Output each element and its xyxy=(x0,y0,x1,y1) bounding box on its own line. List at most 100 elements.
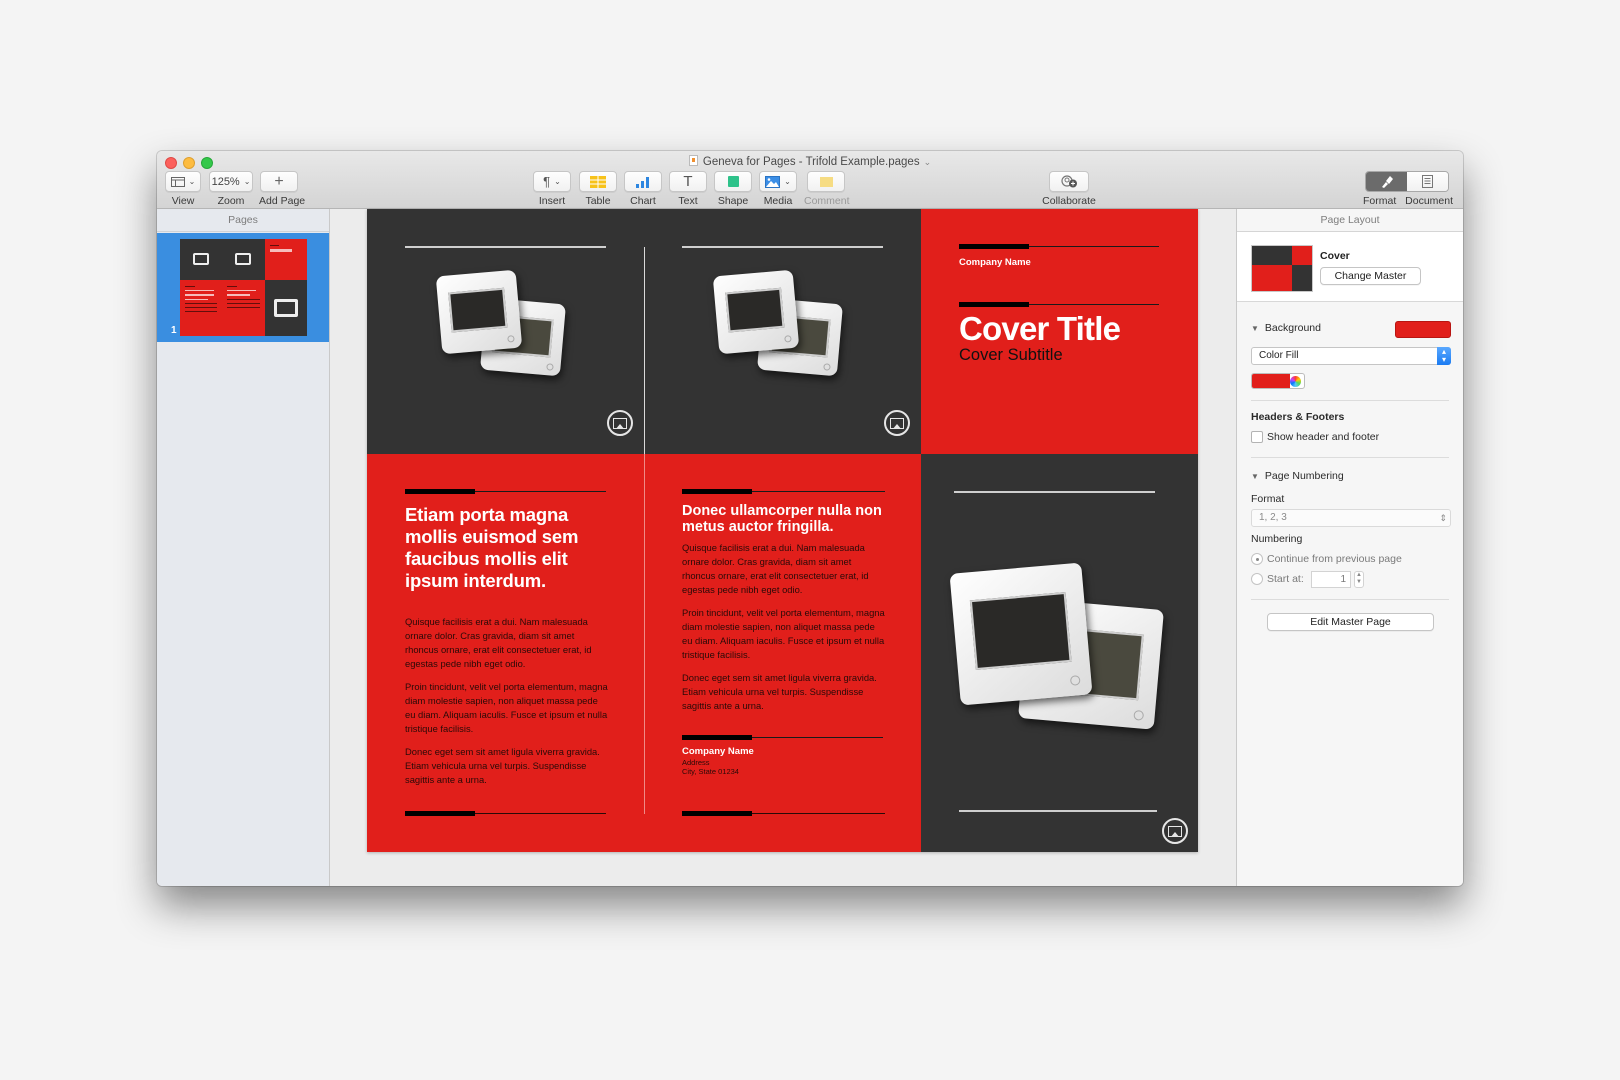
divider-rule-plain xyxy=(682,811,885,816)
color-well[interactable] xyxy=(1251,373,1305,389)
add-page-button[interactable]: + xyxy=(260,171,298,192)
page-thumbnails-sidebar: Pages 1 xyxy=(157,209,330,886)
background-color-swatch[interactable] xyxy=(1395,321,1451,338)
headers-footers-heading: Headers & Footers xyxy=(1251,411,1345,423)
fill-type-select[interactable]: Color Fill ▴ ▾ xyxy=(1251,347,1451,365)
collaborate-button[interactable] xyxy=(1049,171,1089,192)
zoom-control[interactable]: 125% ⌄ Zoom xyxy=(209,171,253,207)
divider xyxy=(1251,457,1449,458)
document-tab[interactable] xyxy=(1407,172,1448,191)
format-tab[interactable] xyxy=(1366,172,1407,191)
cover-title[interactable]: Cover Title xyxy=(959,310,1121,348)
sidebar-icon xyxy=(170,176,185,187)
cover-panel[interactable]: Company Name Cover Title Cover Subtitle xyxy=(921,209,1198,454)
slides-icon xyxy=(193,253,210,266)
master-section: Cover Change Master xyxy=(1237,232,1463,302)
master-thumbnail xyxy=(1251,245,1313,292)
paragraph: Quisque facilisis erat a dui. Nam malesu… xyxy=(682,542,869,595)
numbering-label: Numbering xyxy=(1251,533,1303,545)
view-button[interactable]: ⌄ xyxy=(165,171,201,192)
image-icon xyxy=(1168,825,1182,837)
edit-master-page-button[interactable]: Edit Master Page xyxy=(1267,613,1434,631)
table-button[interactable] xyxy=(579,171,617,192)
divider-rule xyxy=(405,489,606,494)
shape-control[interactable]: Shape xyxy=(714,171,752,207)
divider xyxy=(1251,400,1449,401)
chart-button[interactable] xyxy=(624,171,662,192)
start-at-field[interactable]: 1 xyxy=(1311,571,1351,588)
replace-image-button[interactable] xyxy=(1162,818,1188,844)
inspector-toggle[interactable]: Format Document xyxy=(1359,171,1455,207)
media-button[interactable]: ⌄ xyxy=(759,171,797,192)
number-format-select[interactable]: 1, 2, 3 ⇕ xyxy=(1251,509,1451,527)
chevron-down-icon: ⌄ xyxy=(923,157,932,167)
zoom-select[interactable]: 125% ⌄ xyxy=(209,171,253,192)
image-icon xyxy=(890,417,904,429)
continue-numbering-label[interactable]: Continue from previous page xyxy=(1267,553,1402,565)
image-icon xyxy=(765,175,781,188)
background-section-toggle[interactable]: ▼ Background xyxy=(1251,322,1321,334)
pilcrow-icon: ¶ xyxy=(543,174,551,189)
panel-heading[interactable]: Donec ullamcorper nulla non metus auctor… xyxy=(682,503,887,535)
divider-rule xyxy=(405,246,606,248)
image-panel-left[interactable] xyxy=(367,209,644,454)
collaborate-control[interactable]: Collaborate xyxy=(1039,171,1099,207)
shape-button[interactable] xyxy=(714,171,752,192)
text-panel-middle[interactable]: Donec ullamcorper nulla non metus auctor… xyxy=(644,454,921,852)
pages-window: Geneva for Pages - Trifold Example.pages… xyxy=(157,151,1463,886)
start-at-stepper[interactable]: ▲ ▼ xyxy=(1354,571,1364,588)
document-icon xyxy=(688,155,698,166)
fold-line xyxy=(644,247,645,454)
divider-rule xyxy=(959,244,1159,249)
cover-company-name[interactable]: Company Name xyxy=(959,257,1031,268)
chevron-down-icon: ⌄ xyxy=(554,177,561,186)
image-panel-right[interactable] xyxy=(921,454,1198,852)
toolbar: Geneva for Pages - Trifold Example.pages… xyxy=(157,151,1463,209)
page-thumbnail-1[interactable]: 1 xyxy=(157,233,329,342)
slides-image[interactable] xyxy=(949,562,1171,742)
document-page[interactable]: Company Name Cover Title Cover Subtitle … xyxy=(367,209,1198,852)
panel-body[interactable]: Quisque facilisis erat a dui. Nam malesu… xyxy=(405,615,610,796)
chart-control[interactable]: Chart xyxy=(624,171,662,207)
company-address[interactable]: Address City, State 01234 xyxy=(682,758,739,776)
company-name[interactable]: Company Name xyxy=(682,746,754,757)
disclosure-triangle-icon: ▼ xyxy=(1251,472,1259,481)
chevron-down-icon: ⌄ xyxy=(784,177,791,186)
slides-image[interactable] xyxy=(712,269,846,383)
show-header-footer-checkbox[interactable] xyxy=(1251,431,1263,443)
text-button[interactable]: T xyxy=(669,171,707,192)
comment-control[interactable]: Comment xyxy=(804,171,850,207)
stepper-arrows-icon: ⇕ xyxy=(1439,513,1447,523)
replace-image-button[interactable] xyxy=(607,410,633,436)
paragraph: Proin tincidunt, velit vel porta element… xyxy=(682,607,885,660)
view-control[interactable]: ⌄ View xyxy=(165,171,201,207)
media-control[interactable]: ⌄ Media xyxy=(759,171,797,207)
window-title[interactable]: Geneva for Pages - Trifold Example.pages… xyxy=(157,155,1463,168)
show-header-footer-label[interactable]: Show header and footer xyxy=(1267,431,1379,443)
text-control[interactable]: T Text xyxy=(669,171,707,207)
page-numbering-section-toggle[interactable]: ▼ Page Numbering xyxy=(1251,470,1344,482)
document-canvas[interactable]: Company Name Cover Title Cover Subtitle … xyxy=(331,209,1236,886)
start-at-label[interactable]: Start at: xyxy=(1267,573,1304,585)
divider-rule xyxy=(959,810,1157,812)
format-inspector: Page Layout Cover Change Master ▼ Backgro… xyxy=(1236,209,1463,886)
panel-heading[interactable]: Etiam porta magna mollis euismod sem fau… xyxy=(405,504,605,592)
start-at-radio[interactable] xyxy=(1251,573,1263,585)
replace-image-button[interactable] xyxy=(884,410,910,436)
comment-button[interactable] xyxy=(807,171,845,192)
continue-numbering-radio[interactable] xyxy=(1251,553,1263,565)
change-master-button[interactable]: Change Master xyxy=(1320,267,1421,285)
color-fill-swatch xyxy=(1252,374,1290,388)
image-panel-middle[interactable] xyxy=(644,209,921,454)
panel-body[interactable]: Quisque facilisis erat a dui. Nam malesu… xyxy=(682,541,887,722)
text-panel-left[interactable]: Etiam porta magna mollis euismod sem fau… xyxy=(367,454,644,852)
divider-rule-plain xyxy=(405,811,606,816)
insert-button[interactable]: ¶ ⌄ xyxy=(533,171,571,192)
add-page-control[interactable]: + Add Page xyxy=(259,171,305,207)
insert-control[interactable]: ¶ ⌄ Insert xyxy=(533,171,571,207)
table-control[interactable]: Table xyxy=(579,171,617,207)
cover-subtitle[interactable]: Cover Subtitle xyxy=(959,346,1063,365)
bar-chart-icon xyxy=(636,176,649,188)
slides-image[interactable] xyxy=(435,269,569,383)
divider-rule xyxy=(959,302,1159,307)
